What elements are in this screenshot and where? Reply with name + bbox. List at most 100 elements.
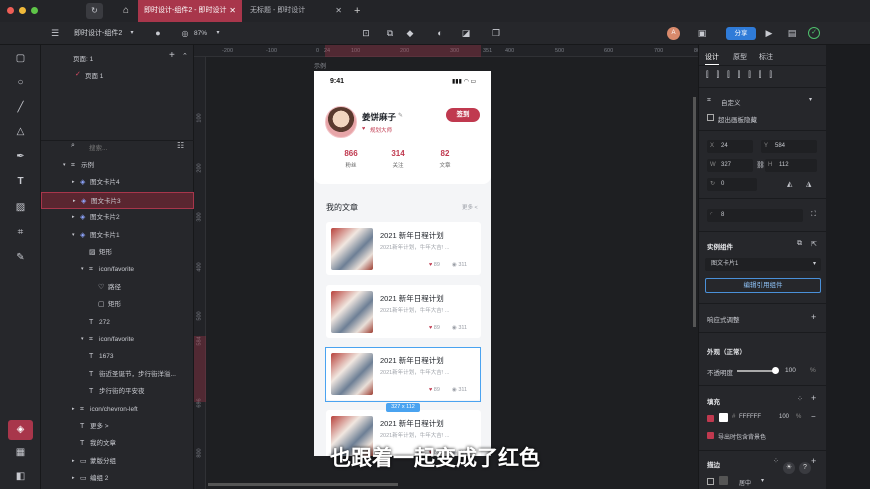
width-field[interactable]: W 327 [707,159,753,172]
card-likes[interactable]: ♥ 89 [429,325,440,331]
chevron-down-icon[interactable]: ▾ [809,96,812,103]
radius-field[interactable]: ◜ 8 [707,209,803,222]
artboard-label[interactable]: 示例 [314,61,326,70]
horizontal-scrollbar[interactable] [208,483,398,486]
height-field[interactable]: H 112 [765,159,817,172]
tab-current-file[interactable]: 即时设计-组件2 - 即时设计 ✕ [138,0,242,22]
comment-icon[interactable]: ● [152,22,164,45]
layers-icon[interactable]: ◈ [8,420,33,440]
play-icon[interactable]: ▶ [763,22,775,45]
layer-row[interactable]: T 街近圣诞节，步行街洋溢... [41,366,194,383]
filter-icon[interactable]: ☷ [177,141,184,150]
page-item[interactable]: 页面 1 [85,70,103,80]
instance-select[interactable]: 图文卡片1 ▾ [705,258,821,271]
assets-icon[interactable]: ◧ [0,471,41,482]
group-icon[interactable]: ❐ [488,22,504,45]
layer-row[interactable]: T 1673 [41,348,194,365]
article-card[interactable]: 2021 新年日程计划 2021新年计划，牛年大吉! ... ♥ 89 ◉ 311 [326,222,481,275]
export-bg-checkbox[interactable] [707,432,714,439]
layer-row[interactable]: ▨ 矩形 [41,244,194,261]
polygon-tool-icon[interactable]: △ [0,126,41,137]
share-button[interactable]: 分享 [726,27,756,40]
detach-icon[interactable]: ⇱ [811,240,817,248]
expand-caret-icon[interactable]: ▾ [81,331,84,348]
layer-row[interactable]: ▢ 矩形 [41,296,194,313]
image-tool-icon[interactable]: ▨ [0,202,41,213]
layer-row[interactable]: ▾ ⌗ 示例 [41,157,194,174]
y-field[interactable]: Y 584 [761,140,817,153]
frame-preset[interactable]: 自定义 [721,97,741,107]
diamond-icon[interactable]: ◆ [404,22,416,45]
crop-tool-icon[interactable]: ⌗ [0,227,41,238]
layer-row[interactable]: ▸ ◈ 图文卡片3 [41,191,194,210]
home-icon[interactable]: ⌂ [118,0,134,22]
expand-caret-icon[interactable]: ▸ [73,193,76,210]
fill-hex[interactable]: FFFFFF [739,414,761,420]
rotation-field[interactable]: ↻ 0 [707,178,757,191]
tab-annotate[interactable]: 标注 [759,52,773,62]
ellipse-tool-icon[interactable]: ○ [0,77,41,88]
close-window-dot[interactable] [7,7,14,14]
expand-caret-icon[interactable]: ▸ [72,470,75,487]
frame-tool-icon[interactable]: ⊡ [360,22,372,45]
opacity-slider[interactable] [737,370,775,372]
chevron-up-icon[interactable]: ⌃ [182,52,188,60]
edit-component-button[interactable]: 编辑引用组件 [705,278,821,293]
tab-design[interactable]: 设计 [705,52,719,65]
layout-icon[interactable]: ▤ [786,22,798,45]
zoom-icon[interactable]: ◎ [180,22,190,45]
tab-untitled[interactable]: 无标题 - 即时设计 ✕ [244,0,348,22]
close-icon[interactable]: ✕ [335,0,342,22]
text-tool-icon[interactable]: T [0,176,41,187]
selection-box[interactable] [325,347,481,402]
lock-ratio-icon[interactable]: ⛓ [756,161,765,169]
check-icon[interactable]: ✓ [808,27,820,39]
expand-caret-icon[interactable]: ▸ [72,174,75,191]
stroke-position[interactable]: 居中 [739,478,751,487]
layer-search-input[interactable] [89,142,169,154]
layer-row[interactable]: ▸ ▭ 编组 2 [41,470,194,487]
layer-row[interactable]: ♡ 路径 [41,279,194,296]
expand-caret-icon[interactable]: ▸ [72,209,75,226]
mask-icon[interactable]: ◪ [460,22,472,45]
expand-caret-icon[interactable]: ▾ [72,227,75,244]
menu-icon[interactable]: ☰ [48,22,62,45]
expand-caret-icon[interactable]: ▾ [81,261,84,278]
component-icon[interactable]: ⧉ [384,22,396,45]
file-name[interactable]: 即时设计-组件2 [74,22,122,45]
article-card[interactable]: 2021 新年日程计划 2021新年计划，牛年大吉! ... ♥ 89 ◉ 311 [326,285,481,338]
layer-row[interactable]: ▾ ⌗ icon/favorite [41,261,194,278]
fill-opacity[interactable]: 100 [779,414,789,420]
chevron-down-icon[interactable]: ▾ [128,22,136,45]
gift-icon[interactable]: ▣ [696,22,708,45]
avatar[interactable]: A [667,27,680,40]
fill-checkbox[interactable] [707,415,714,422]
card-likes[interactable]: ♥ 89 [429,262,440,268]
x-field[interactable]: X 24 [707,140,753,153]
clip-checkbox[interactable] [707,114,714,121]
line-tool-icon[interactable]: ╱ [0,102,41,113]
pen-tool-icon[interactable]: ✒ [0,151,41,162]
add-icon[interactable]: + [811,312,816,322]
style-icon[interactable]: ⁘ [797,395,803,403]
vertical-scrollbar[interactable] [693,97,696,327]
layer-row[interactable]: ▸ ⌗ icon/chevron-left [41,401,194,418]
layer-row[interactable]: ▸ ◈ 图文卡片2 [41,209,194,226]
maximize-window-dot[interactable] [31,7,38,14]
chevron-down-icon[interactable]: ▾ [761,477,764,484]
layer-row[interactable]: T 272 [41,314,194,331]
close-icon[interactable]: ✕ [229,0,236,22]
opacity-value[interactable]: 100 [785,367,796,374]
add-fill-icon[interactable]: + [811,393,816,403]
remove-fill-icon[interactable]: − [811,412,816,421]
align-icons[interactable]: ⫿⫿⫿⫿⫿⫿⫿ [706,70,780,80]
layer-row[interactable]: ▾ ◈ 图文卡片1 [41,227,194,244]
layer-row[interactable]: ▸ ◈ 图文卡片4 [41,174,194,191]
fill-swatch[interactable] [719,413,728,422]
stroke-swatch[interactable] [719,476,728,485]
zoom-level[interactable]: 87% [194,22,207,45]
tab-prototype[interactable]: 原型 [733,52,747,62]
boolean-icon[interactable]: ◐ [432,22,448,45]
new-tab-icon[interactable]: + [354,0,360,22]
opacity-slider-handle[interactable] [772,367,779,374]
